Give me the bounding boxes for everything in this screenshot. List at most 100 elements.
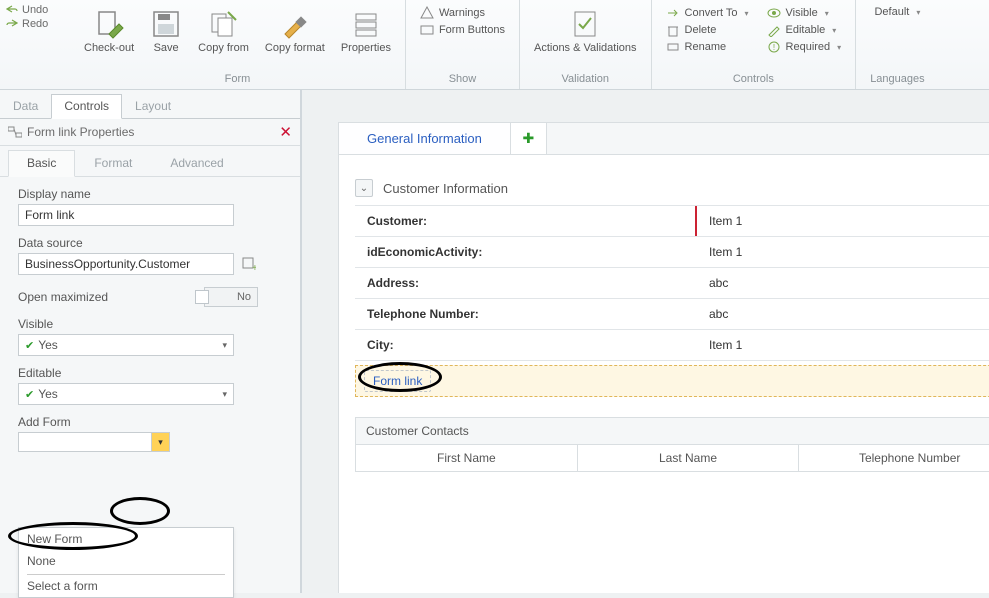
field-value[interactable]: Item 1 bbox=[695, 330, 989, 360]
rename-icon bbox=[666, 40, 680, 54]
prop-tab-advanced[interactable]: Advanced bbox=[151, 150, 242, 176]
field-label: idEconomicActivity: bbox=[355, 237, 695, 267]
actions-validations-button[interactable]: Actions & Validations bbox=[534, 2, 637, 54]
warnings-button[interactable]: Warnings bbox=[420, 6, 505, 20]
language-default-button[interactable]: Default ▾ bbox=[874, 6, 920, 18]
field-label: Customer: bbox=[355, 206, 695, 236]
display-name-label: Display name bbox=[18, 187, 282, 201]
grid-columns: First NameLast NameTelephone Number bbox=[356, 445, 989, 471]
svg-text:!: ! bbox=[772, 43, 774, 52]
dropdown-item-new-form[interactable]: New Form bbox=[19, 528, 233, 550]
copy-format-label: Copy format bbox=[265, 42, 325, 54]
delete-label: Delete bbox=[685, 24, 717, 36]
pencil-icon bbox=[767, 23, 781, 37]
add-form-dropdown-button[interactable]: ▾ bbox=[152, 432, 170, 452]
undo-button[interactable]: Undo bbox=[6, 4, 64, 16]
table-row: Address:abc bbox=[355, 268, 989, 299]
grid-column-header[interactable]: First Name bbox=[356, 445, 578, 471]
editable-select[interactable]: ✔Yes▾ bbox=[18, 383, 234, 405]
add-form-input[interactable] bbox=[18, 432, 152, 452]
convert-to-button[interactable]: Convert To ▾ bbox=[666, 6, 749, 20]
chevron-down-icon: ▾ bbox=[745, 9, 749, 18]
open-maximized-label: Open maximized bbox=[18, 290, 108, 304]
properties-button[interactable]: Properties bbox=[341, 2, 391, 54]
open-maximized-toggle[interactable]: No bbox=[204, 287, 258, 307]
undo-icon bbox=[6, 5, 18, 15]
redo-button[interactable]: Redo bbox=[6, 18, 64, 30]
form-buttons-button[interactable]: Form Buttons bbox=[420, 23, 505, 37]
grid-title: Customer Contacts bbox=[356, 418, 989, 445]
validation-icon bbox=[569, 8, 601, 40]
properties-tabs: Basic Format Advanced bbox=[0, 150, 300, 177]
copy-format-button[interactable]: Copy format bbox=[265, 2, 325, 54]
chevron-down-icon: ▾ bbox=[832, 26, 836, 35]
properties-body: Display name Data source + Open maximize… bbox=[0, 177, 300, 462]
ribbon-group-validation: Actions & Validations Validation bbox=[520, 0, 652, 89]
properties-icon bbox=[350, 8, 382, 40]
canvas-tab-general[interactable]: General Information bbox=[339, 123, 511, 154]
visible-value: Yes bbox=[38, 338, 58, 352]
properties-label: Properties bbox=[341, 42, 391, 54]
annotation-oval bbox=[110, 497, 170, 525]
properties-header: Form link Properties ✕ bbox=[0, 119, 300, 146]
check-icon: ✔ bbox=[25, 340, 34, 352]
dropdown-item-none[interactable]: None bbox=[19, 550, 233, 572]
grid-column-header[interactable]: Telephone Number bbox=[799, 445, 989, 471]
field-value[interactable]: abc bbox=[695, 299, 989, 329]
trash-icon bbox=[666, 23, 680, 37]
convert-label: Convert To bbox=[685, 7, 738, 19]
contacts-grid: Customer Contacts First NameLast NameTel… bbox=[355, 417, 989, 472]
visible-select[interactable]: ✔ Yes ▾ bbox=[18, 334, 234, 356]
form-link-icon bbox=[8, 126, 22, 138]
grid-column-header[interactable]: Last Name bbox=[578, 445, 800, 471]
add-tab-button[interactable]: ✚ bbox=[511, 123, 547, 154]
ribbon-group-controls: Convert To ▾ Delete Rename Visible▾ Edita… bbox=[652, 0, 857, 89]
design-canvas-area: General Information ✚ ⌄ Customer Informa… bbox=[302, 90, 989, 593]
field-label: Address: bbox=[355, 268, 695, 298]
language-label: Default bbox=[874, 6, 909, 18]
section-collapse-button[interactable]: ⌄ bbox=[355, 179, 373, 197]
rename-label: Rename bbox=[685, 41, 727, 53]
data-source-picker-icon[interactable]: + bbox=[242, 257, 256, 271]
tab-controls[interactable]: Controls bbox=[51, 94, 122, 119]
field-value[interactable]: Item 1 bbox=[695, 206, 989, 236]
warnings-label: Warnings bbox=[439, 7, 485, 19]
ribbon-group-validation-label: Validation bbox=[562, 73, 610, 89]
delete-button[interactable]: Delete bbox=[666, 23, 749, 37]
field-value[interactable]: abc bbox=[695, 268, 989, 298]
prop-tab-format[interactable]: Format bbox=[75, 150, 151, 176]
form-canvas: General Information ✚ ⌄ Customer Informa… bbox=[338, 122, 989, 593]
copy-from-label: Copy from bbox=[198, 42, 249, 54]
close-icon[interactable]: ✕ bbox=[279, 123, 292, 141]
chevron-down-icon: ▾ bbox=[222, 389, 227, 400]
redo-icon bbox=[6, 19, 18, 29]
check-icon: ✔ bbox=[25, 389, 34, 401]
field-value[interactable]: Item 1 bbox=[695, 237, 989, 267]
checkout-button[interactable]: Check-out bbox=[84, 2, 134, 54]
required-icon: ! bbox=[767, 40, 781, 54]
prop-tab-basic[interactable]: Basic bbox=[8, 150, 75, 177]
rename-button[interactable]: Rename bbox=[666, 40, 749, 54]
required-button[interactable]: !Required▾ bbox=[767, 40, 842, 54]
tab-layout[interactable]: Layout bbox=[122, 94, 184, 118]
checkout-label: Check-out bbox=[84, 42, 134, 54]
save-button[interactable]: Save bbox=[150, 2, 182, 54]
editable-button[interactable]: Editable ▾ bbox=[767, 23, 842, 37]
chevron-down-icon: ▾ bbox=[837, 43, 841, 52]
plus-icon: ✚ bbox=[523, 130, 535, 147]
eye-icon bbox=[767, 6, 781, 20]
editable-label: Editable bbox=[786, 24, 826, 36]
data-source-input[interactable] bbox=[18, 253, 234, 275]
add-form-dropdown-menu: New Form None Select a form bbox=[18, 527, 234, 598]
visible-button[interactable]: Visible▾ bbox=[767, 6, 842, 20]
dropdown-item-select-form[interactable]: Select a form bbox=[19, 575, 233, 597]
add-form-label: Add Form bbox=[18, 415, 282, 429]
chevron-down-icon: ▾ bbox=[916, 8, 920, 17]
form-link-control[interactable]: Form link bbox=[364, 370, 431, 392]
ribbon-group-languages: Default▾ Languages bbox=[856, 0, 938, 89]
tab-data[interactable]: Data bbox=[0, 94, 51, 118]
display-name-input[interactable] bbox=[18, 204, 234, 226]
copy-from-button[interactable]: Copy from bbox=[198, 2, 249, 54]
chevron-down-icon: ▾ bbox=[222, 340, 227, 351]
left-panel: Data Controls Layout Form link Propertie… bbox=[0, 90, 302, 593]
